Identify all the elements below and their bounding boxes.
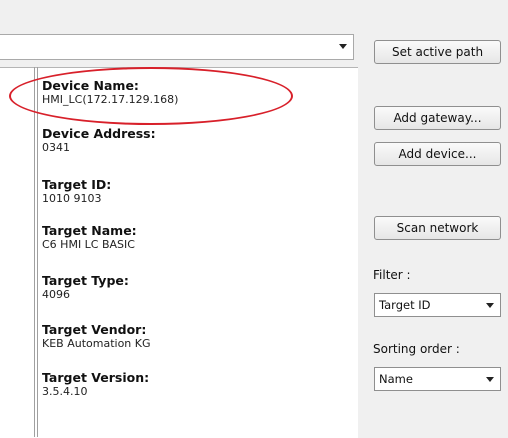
device-address-value: 0341 [42,141,70,154]
target-name-value: C6 HMI LC BASIC [42,238,135,251]
chevron-down-icon[interactable] [339,44,347,49]
target-vendor-field: Target Vendor: KEB Automation KG [42,322,151,350]
target-name-field: Target Name: C6 HMI LC BASIC [42,223,137,251]
target-id-field: Target ID: 1010 9103 [42,177,111,205]
device-name-value: HMI_LC(172.17.129.168) [42,93,179,106]
target-vendor-value: KEB Automation KG [42,337,151,350]
panel-divider [34,67,35,437]
add-gateway-button[interactable]: Add gateway... [374,106,501,130]
target-type-field: Target Type: 4096 [42,273,129,301]
device-name-field: Device Name: HMI_LC(172.17.129.168) [42,78,178,106]
target-version-label: Target Version: [42,370,150,385]
filter-selected-value: Target ID [379,298,431,312]
target-version-value: 3.5.4.10 [42,385,88,398]
top-strip [0,0,508,30]
add-device-button[interactable]: Add device... [374,142,501,166]
chevron-down-icon[interactable] [486,303,494,308]
target-name-label: Target Name: [42,223,137,238]
device-address-label: Device Address: [42,126,156,141]
target-id-label: Target ID: [42,177,112,192]
sorting-selected-value: Name [379,372,413,386]
sorting-order-label: Sorting order : [373,342,460,356]
chevron-down-icon[interactable] [486,377,494,382]
target-type-label: Target Type: [42,273,129,288]
device-name-label: Device Name: [42,78,139,93]
target-version-field: Target Version: 3.5.4.10 [42,370,149,398]
target-vendor-label: Target Vendor: [42,322,147,337]
sorting-order-select[interactable]: Name [374,367,501,391]
filter-label: Filter : [373,268,411,282]
filter-select[interactable]: Target ID [374,293,501,317]
device-address-field: Device Address: 0341 [42,126,156,154]
target-type-value: 4096 [42,288,70,301]
active-path-combo[interactable] [0,34,354,60]
target-id-value: 1010 9103 [42,192,102,205]
panel-divider [37,67,38,437]
scan-network-button[interactable]: Scan network [374,216,501,240]
set-active-path-button[interactable]: Set active path [374,40,501,64]
